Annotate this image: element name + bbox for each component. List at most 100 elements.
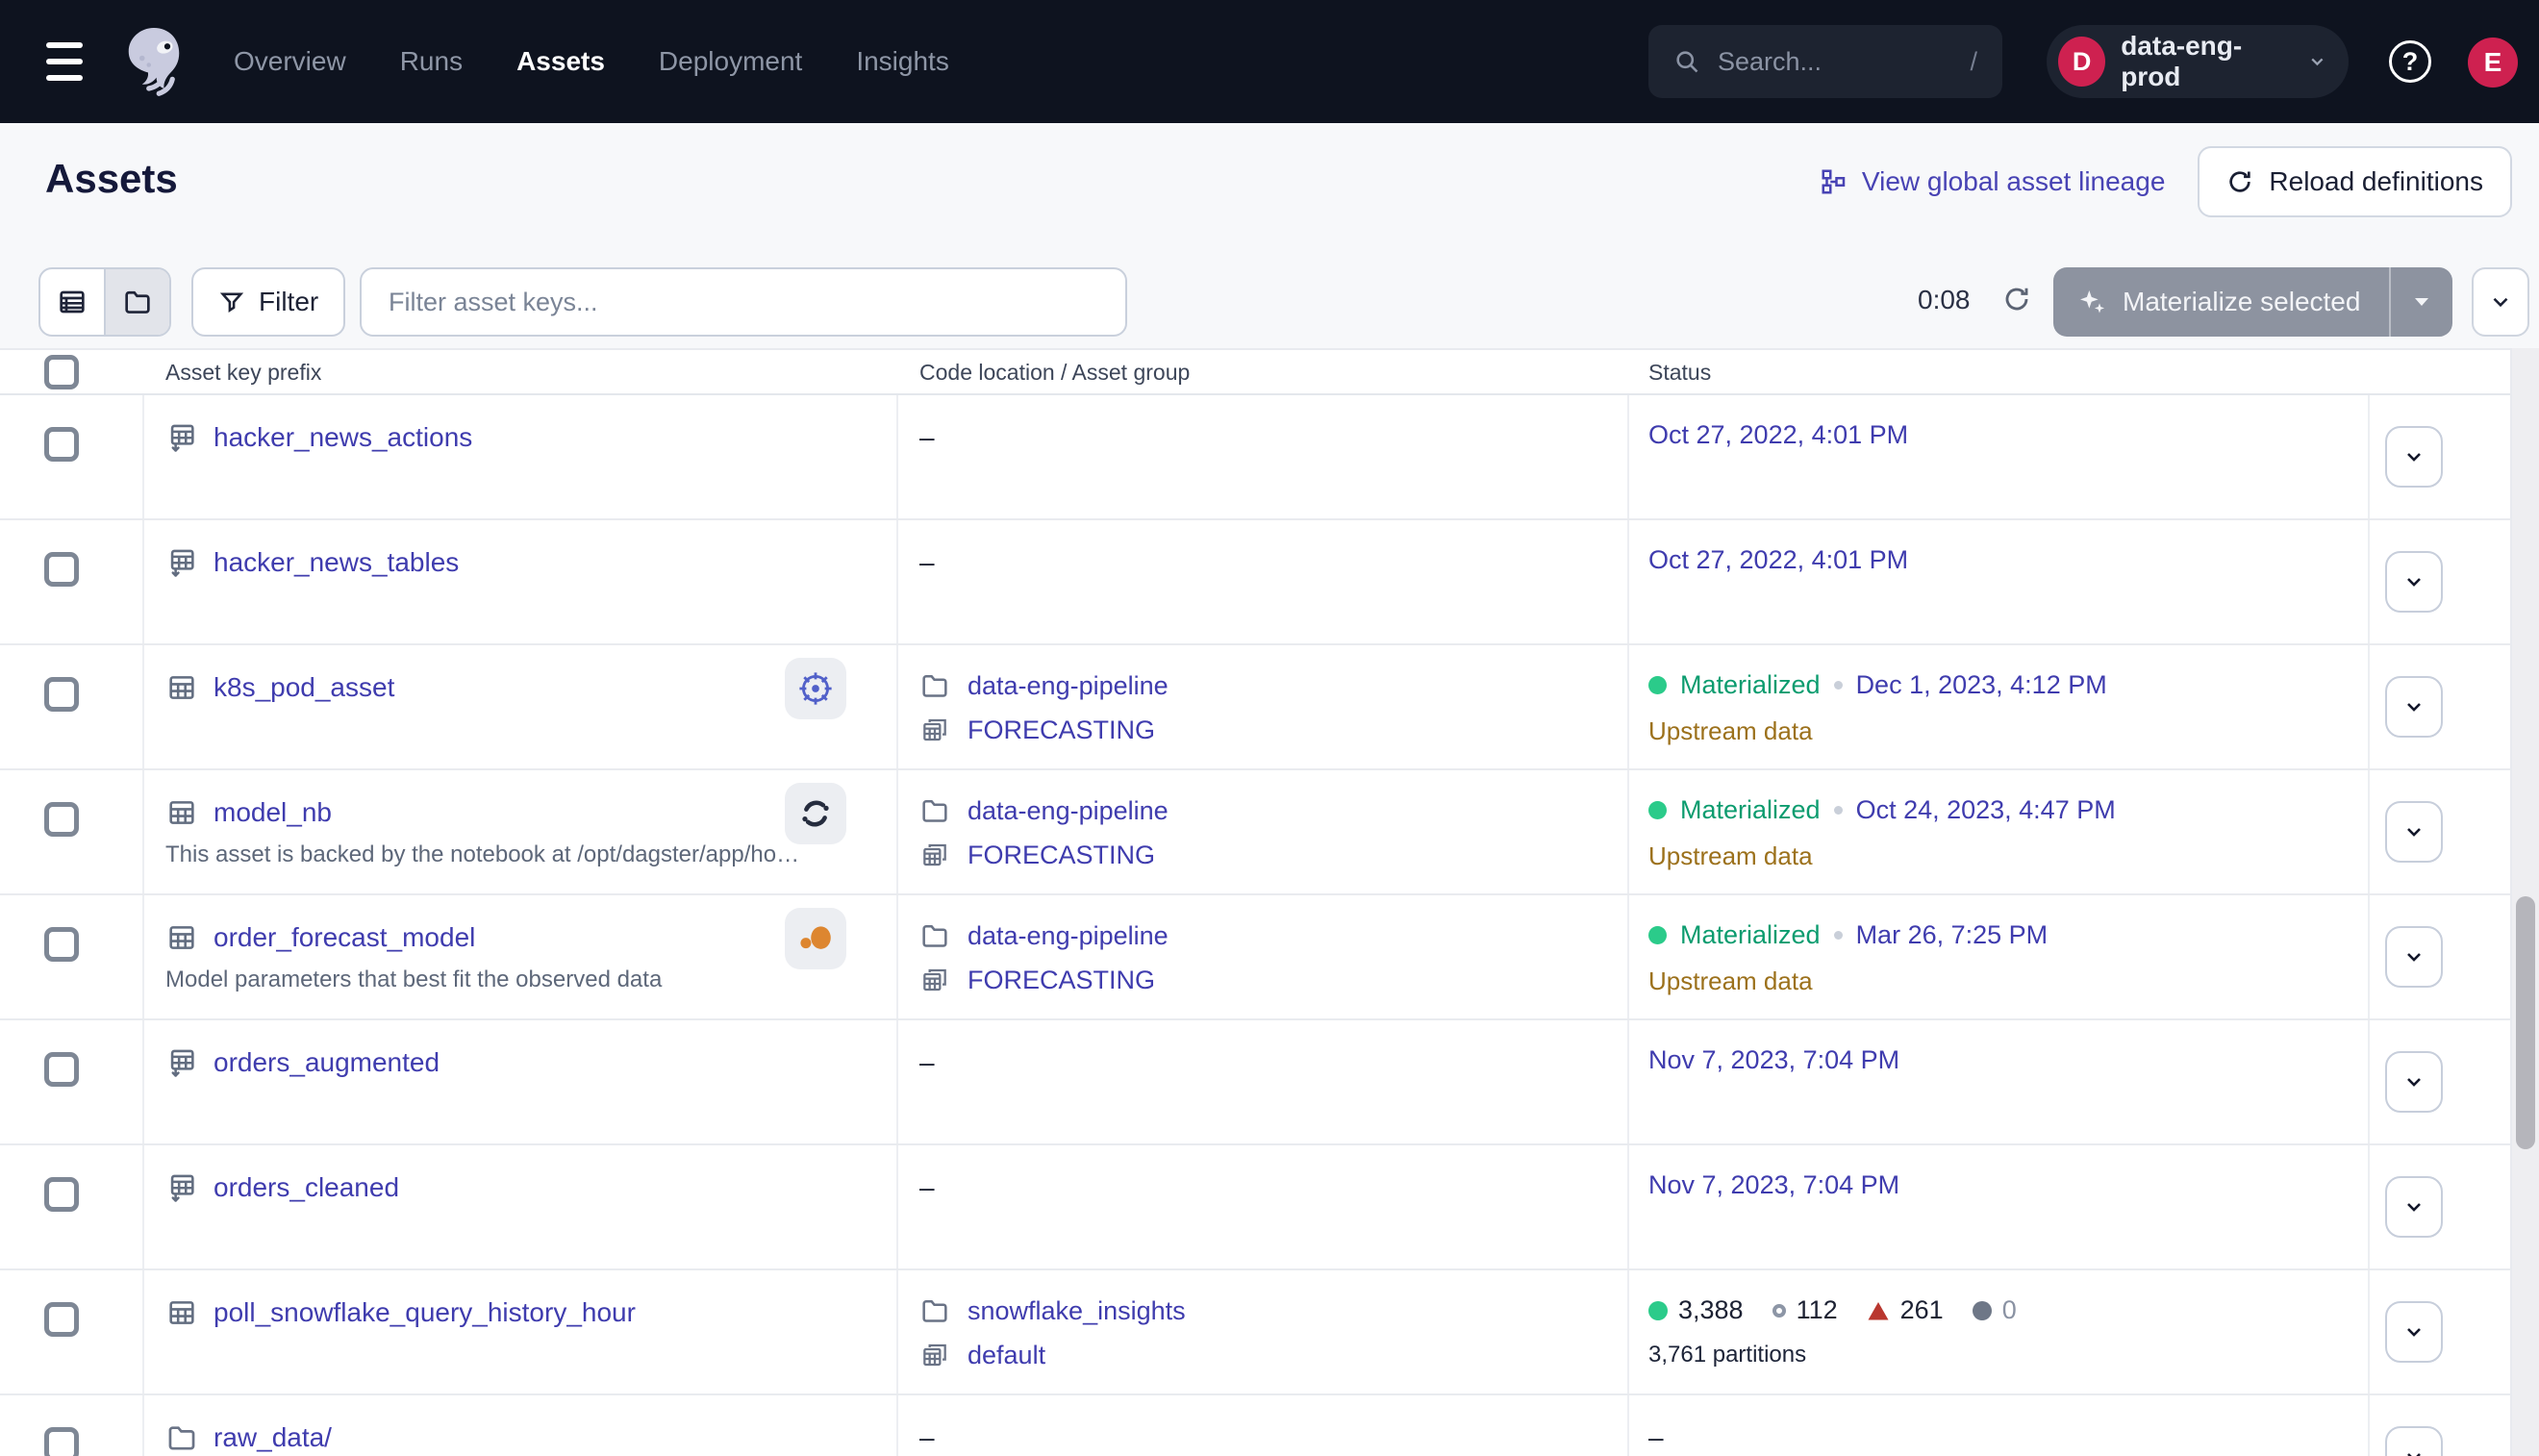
asset-link[interactable]: raw_data/ bbox=[214, 1422, 332, 1453]
row-checkbox[interactable] bbox=[44, 427, 79, 462]
page-header: Assets View global asset lineage Reload … bbox=[0, 123, 2539, 240]
asset-link[interactable]: orders_augmented bbox=[214, 1047, 440, 1078]
asset-link[interactable]: hacker_news_tables bbox=[214, 547, 459, 578]
materialization-date-link[interactable]: Dec 1, 2023, 4:12 PM bbox=[1856, 670, 2107, 700]
view-global-asset-lineage-link[interactable]: View global asset lineage bbox=[1820, 166, 2165, 197]
dagster-logo-icon[interactable] bbox=[113, 21, 194, 102]
asset-group-link[interactable]: FORECASTING bbox=[968, 966, 1155, 995]
user-avatar[interactable]: E bbox=[2468, 38, 2518, 88]
table-row: k8s_pod_asset data-eng-pipeline FORECASTIN… bbox=[0, 645, 2510, 770]
reload-definitions-button[interactable]: Reload definitions bbox=[2198, 146, 2512, 217]
row-checkbox[interactable] bbox=[44, 802, 79, 837]
row-checkbox[interactable] bbox=[44, 1302, 79, 1337]
select-all-checkbox[interactable] bbox=[44, 355, 79, 389]
row-checkbox[interactable] bbox=[44, 552, 79, 587]
asset-key-cell: order_forecast_model bbox=[165, 918, 475, 957]
column-header-asset-key: Asset key prefix bbox=[165, 360, 321, 386]
folder-icon bbox=[919, 1295, 950, 1326]
row-checkbox[interactable] bbox=[44, 1052, 79, 1087]
deployment-name: data-eng-prod bbox=[2121, 31, 2292, 92]
kubernetes-icon bbox=[785, 658, 846, 719]
code-location-link[interactable]: data-eng-pipeline bbox=[968, 671, 1169, 701]
nav-item-runs[interactable]: Runs bbox=[400, 46, 463, 77]
status-cell: MaterializedOct 24, 2023, 4:47 PM bbox=[1648, 795, 2116, 825]
row-expand-button[interactable] bbox=[2385, 676, 2443, 738]
chevron-down-icon bbox=[2488, 289, 2513, 314]
menu-icon[interactable] bbox=[46, 42, 83, 81]
page-title: Assets bbox=[45, 156, 178, 202]
search-input[interactable] bbox=[1718, 47, 1952, 77]
asset-link[interactable]: model_nb bbox=[214, 797, 332, 828]
folder-icon bbox=[919, 670, 950, 701]
nav-item-assets[interactable]: Assets bbox=[516, 46, 605, 77]
row-checkbox[interactable] bbox=[44, 1427, 79, 1456]
table-body: hacker_news_actions – Oct 27, 2022, 4:01 P… bbox=[0, 395, 2510, 1456]
row-checkbox[interactable] bbox=[44, 927, 79, 962]
separator-dot bbox=[1834, 806, 1843, 815]
materialization-date-link[interactable]: Oct 27, 2022, 4:01 PM bbox=[1648, 420, 1908, 450]
code-location-link[interactable]: data-eng-pipeline bbox=[968, 921, 1169, 951]
status-cell: MaterializedMar 26, 7:25 PM bbox=[1648, 920, 2048, 950]
filter-button[interactable]: Filter bbox=[191, 267, 345, 337]
status-cell: Oct 27, 2022, 4:01 PM bbox=[1648, 545, 1908, 575]
code-location-link[interactable]: data-eng-pipeline bbox=[968, 796, 1169, 826]
partition-count-value: 112 bbox=[1797, 1295, 1838, 1325]
nav-item-overview[interactable]: Overview bbox=[234, 46, 346, 77]
list-view-toggle[interactable] bbox=[40, 269, 104, 335]
table-icon bbox=[165, 671, 198, 704]
folder-icon bbox=[165, 1421, 198, 1454]
status-cell: Nov 7, 2023, 7:04 PM bbox=[1648, 1170, 1899, 1200]
asset-group-cell: FORECASTING bbox=[919, 965, 1155, 995]
asset-link[interactable]: k8s_pod_asset bbox=[214, 672, 394, 703]
row-expand-button[interactable] bbox=[2385, 1426, 2443, 1456]
deployment-switcher[interactable]: D data-eng-prod bbox=[2047, 25, 2349, 98]
row-expand-button[interactable] bbox=[2385, 1301, 2443, 1363]
materialization-date-link[interactable]: Nov 7, 2023, 7:04 PM bbox=[1648, 1045, 1899, 1075]
code-location-cell: snowflake_insights bbox=[919, 1295, 1186, 1326]
help-icon[interactable]: ? bbox=[2389, 40, 2431, 83]
materialized-dot bbox=[1648, 676, 1667, 694]
global-search[interactable]: / bbox=[1648, 25, 2002, 98]
asset-group-link[interactable]: default bbox=[968, 1341, 1045, 1370]
partition-count-value: 0 bbox=[2002, 1295, 2017, 1325]
row-expand-button[interactable] bbox=[2385, 801, 2443, 863]
asset-link[interactable]: orders_cleaned bbox=[214, 1172, 399, 1203]
asset-group-icon bbox=[919, 840, 950, 870]
materialize-options-caret[interactable] bbox=[2389, 267, 2452, 337]
status-cell: MaterializedDec 1, 2023, 4:12 PM bbox=[1648, 670, 2107, 700]
filter-asset-keys-input[interactable] bbox=[360, 267, 1127, 337]
materialize-selected-button[interactable]: Materialize selected bbox=[2053, 267, 2452, 337]
toolbar-more-button[interactable] bbox=[2472, 267, 2529, 337]
vertical-scrollbar[interactable] bbox=[2512, 348, 2539, 1456]
code-location-link[interactable]: snowflake_insights bbox=[968, 1296, 1186, 1326]
table-row: poll_snowflake_query_history_hour snowfla… bbox=[0, 1270, 2510, 1395]
asset-group-link[interactable]: FORECASTING bbox=[968, 715, 1155, 745]
folder-view-toggle[interactable] bbox=[104, 269, 169, 335]
upstream-data-note: Upstream data bbox=[1648, 716, 1813, 746]
asset-group-link[interactable]: FORECASTING bbox=[968, 841, 1155, 870]
materialization-date-link[interactable]: Nov 7, 2023, 7:04 PM bbox=[1648, 1170, 1899, 1200]
scikit-icon bbox=[785, 908, 846, 969]
row-expand-button[interactable] bbox=[2385, 1051, 2443, 1113]
refresh-icon[interactable] bbox=[2002, 285, 2031, 314]
table-header: Asset key prefix Code location / Asset g… bbox=[0, 350, 2510, 395]
scrollbar-thumb[interactable] bbox=[2516, 896, 2535, 1149]
code-location-empty: – bbox=[919, 547, 935, 578]
materialization-date-link[interactable]: Oct 27, 2022, 4:01 PM bbox=[1648, 545, 1908, 575]
nav-item-deployment[interactable]: Deployment bbox=[659, 46, 802, 77]
table-icon bbox=[165, 796, 198, 829]
materialization-date-link[interactable]: Mar 26, 7:25 PM bbox=[1856, 920, 2049, 950]
row-expand-button[interactable] bbox=[2385, 1176, 2443, 1238]
asset-link[interactable]: order_forecast_model bbox=[214, 922, 475, 953]
asset-link[interactable]: poll_snowflake_query_history_hour bbox=[214, 1297, 636, 1328]
row-expand-button[interactable] bbox=[2385, 926, 2443, 988]
asset-link[interactable]: hacker_news_actions bbox=[214, 422, 472, 453]
row-checkbox[interactable] bbox=[44, 677, 79, 712]
row-checkbox[interactable] bbox=[44, 1177, 79, 1212]
partitions-label: 3,761 partitions bbox=[1648, 1342, 1806, 1368]
row-expand-button[interactable] bbox=[2385, 551, 2443, 613]
row-expand-button[interactable] bbox=[2385, 426, 2443, 488]
partition-count: 0 bbox=[1973, 1295, 2017, 1325]
nav-item-insights[interactable]: Insights bbox=[856, 46, 949, 77]
materialization-date-link[interactable]: Oct 24, 2023, 4:47 PM bbox=[1856, 795, 2116, 825]
